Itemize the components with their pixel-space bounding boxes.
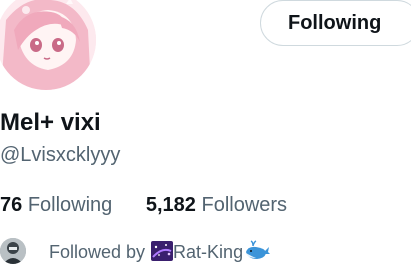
follower-name[interactable]: Rat-King	[173, 242, 243, 262]
profile-stats: 76 Following 5,182 Followers	[0, 194, 287, 217]
following-count: 76	[0, 194, 23, 216]
following-button[interactable]: Following	[260, 0, 411, 46]
whale-emoji-icon	[244, 240, 271, 262]
follower-avatar	[0, 238, 26, 264]
following-label: Following	[27, 194, 113, 216]
profile-handle: @Lvisxcklyyy	[0, 144, 121, 166]
profile-avatar[interactable]	[0, 0, 99, 93]
followers-label: Followers	[201, 194, 288, 216]
followers-count-link[interactable]: 5,182 Followers	[146, 194, 287, 217]
follower-avatar-icon	[0, 238, 26, 264]
galaxy-emoji-icon	[151, 241, 174, 261]
anime-avatar-icon	[0, 0, 96, 90]
profile-header: Following Mel+ vixi @Lvisxcklyyy 76 Foll…	[0, 0, 411, 273]
followed-by-text: Followed by Rat-King	[49, 240, 271, 264]
following-count-link[interactable]: 76 Following	[0, 194, 112, 217]
followed-by-prefix: Followed by	[49, 242, 146, 262]
display-name: Mel+ vixi	[0, 109, 101, 136]
followers-count: 5,182	[145, 194, 196, 216]
